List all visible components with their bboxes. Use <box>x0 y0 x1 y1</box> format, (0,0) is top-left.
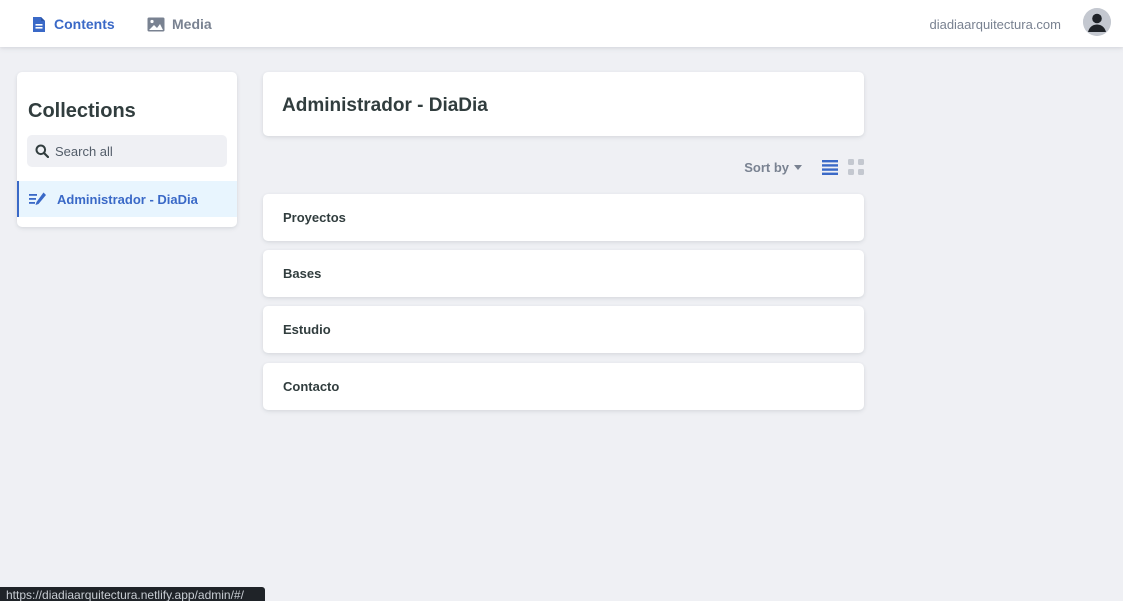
caret-down-icon <box>794 164 802 170</box>
contents-nav-label: Contents <box>54 16 115 32</box>
user-avatar-button[interactable] <box>1083 8 1111 36</box>
sidebar-item-label: Administrador - DiaDia <box>57 191 198 207</box>
list-view-icon <box>822 159 838 175</box>
collection-header: Administrador - DiaDia <box>263 72 864 136</box>
media-nav-label: Media <box>172 16 212 32</box>
user-icon <box>1083 8 1111 36</box>
search-icon <box>35 144 49 158</box>
grid-view-button[interactable] <box>848 159 864 175</box>
collections-sidebar: Collections Administrador - DiaDia <box>17 72 237 227</box>
grid-view-icon <box>848 159 864 175</box>
list-view-button[interactable] <box>822 159 838 175</box>
entry-card-proyectos[interactable]: Proyectos <box>263 194 864 241</box>
sidebar-title: Collections <box>28 100 136 122</box>
entry-title: Contacto <box>283 379 340 394</box>
entry-card-estudio[interactable]: Estudio <box>263 306 864 353</box>
entry-title: Bases <box>283 266 322 281</box>
document-icon <box>33 16 45 32</box>
link-status-bar: https://diadiaarquitectura.netlify.app/a… <box>0 587 265 601</box>
site-link[interactable]: diadiaarquitectura.com <box>929 17 1061 32</box>
sort-by-dropdown[interactable]: Sort by <box>744 160 802 175</box>
entry-title: Estudio <box>283 322 331 337</box>
sort-by-label: Sort by <box>744 159 789 175</box>
entry-card-contacto[interactable]: Contacto <box>263 363 864 410</box>
page-title: Administrador - DiaDia <box>282 95 488 116</box>
image-icon <box>147 17 165 31</box>
search-box[interactable] <box>27 135 227 167</box>
view-controls: Sort by <box>744 157 864 177</box>
entry-card-bases[interactable]: Bases <box>263 250 864 297</box>
write-icon <box>29 192 46 205</box>
search-input[interactable] <box>55 143 215 159</box>
contents-nav-link[interactable]: Contents <box>31 14 115 34</box>
entry-title: Proyectos <box>283 210 346 225</box>
top-navigation-bar: Contents Media diadiaarquitectura.com <box>0 0 1123 47</box>
media-nav-link[interactable]: Media <box>147 14 212 34</box>
sidebar-item-administrador-diadia[interactable]: Administrador - DiaDia <box>17 181 237 217</box>
